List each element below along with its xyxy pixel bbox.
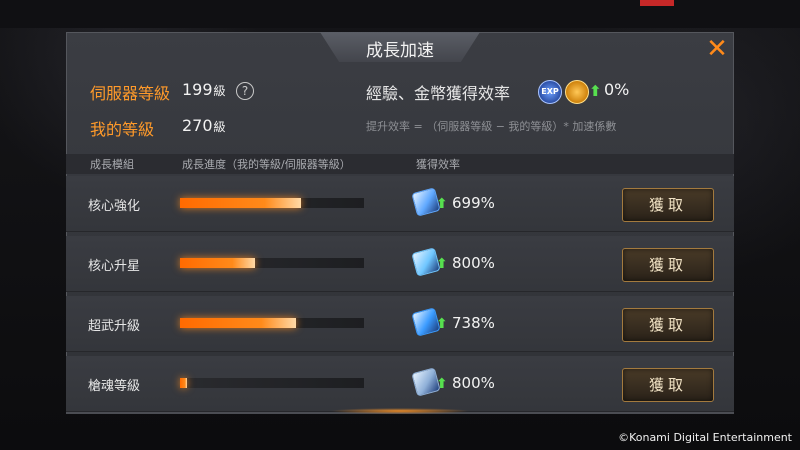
obtain-button[interactable]: 獲取	[622, 308, 714, 342]
dialog-title: 成長加速	[366, 41, 434, 61]
efficiency-percent: 0%	[604, 80, 630, 99]
dialog-bottom-glow	[330, 408, 470, 414]
up-arrow-icon: ⬆	[436, 376, 448, 392]
server-level-number: 199	[182, 80, 213, 99]
module-name: 核心強化	[88, 199, 141, 214]
close-icon[interactable]: ✕	[704, 36, 730, 62]
efficiency-value: 800%	[452, 374, 495, 392]
efficiency-value: 738%	[452, 314, 495, 332]
progress-bar	[180, 318, 364, 328]
exp-icon: EXP	[538, 80, 562, 104]
server-level-value: 199級	[182, 80, 226, 99]
module-name: 超武升級	[88, 319, 141, 334]
up-arrow-icon: ⬆	[589, 82, 602, 100]
table-header	[66, 154, 734, 174]
my-level-unit: 級	[213, 120, 226, 134]
efficiency-value: 699%	[452, 194, 495, 212]
column-progress: 成長進度（我的等級/伺服器等級）	[182, 158, 351, 171]
progress-bar	[180, 378, 364, 388]
efficiency-formula: 提升效率 = （伺服器等級 − 我的等級）* 加速係數	[366, 120, 617, 133]
coin-icon	[565, 80, 589, 104]
my-level-value: 270級	[182, 116, 226, 135]
my-level-label: 我的等級	[90, 120, 155, 139]
progress-fill	[180, 198, 301, 208]
server-level-unit: 級	[213, 84, 226, 98]
my-level-number: 270	[182, 116, 213, 135]
up-arrow-icon: ⬆	[436, 196, 448, 212]
column-module: 成長模組	[90, 158, 134, 171]
up-arrow-icon: ⬆	[436, 316, 448, 332]
obtain-button[interactable]: 獲取	[622, 188, 714, 222]
background-red-badge	[640, 0, 674, 6]
table-row: 核心強化 ⬆ 699% 獲取	[66, 176, 734, 232]
progress-bar	[180, 198, 364, 208]
table-row: 核心升星 ⬆ 800% 獲取	[66, 236, 734, 292]
obtain-button[interactable]: 獲取	[622, 248, 714, 282]
help-icon[interactable]: ?	[236, 82, 254, 100]
efficiency-value: 800%	[452, 254, 495, 272]
progress-bar	[180, 258, 364, 268]
table-row: 槍魂等級 ⬆ 800% 獲取	[66, 356, 734, 412]
progress-fill	[180, 258, 255, 268]
progress-fill	[180, 378, 187, 388]
server-level-label: 伺服器等級	[90, 84, 171, 103]
up-arrow-icon: ⬆	[436, 256, 448, 272]
efficiency-title: 經驗、金幣獲得效率	[366, 84, 511, 103]
copyright-text: ©Konami Digital Entertainment	[618, 431, 792, 444]
column-efficiency: 獲得效率	[416, 158, 460, 171]
obtain-button[interactable]: 獲取	[622, 368, 714, 402]
module-name: 核心升星	[88, 259, 141, 274]
progress-fill	[180, 318, 296, 328]
table-row: 超武升級 ⬆ 738% 獲取	[66, 296, 734, 352]
module-name: 槍魂等級	[88, 379, 141, 394]
background-top-bar	[0, 0, 800, 28]
